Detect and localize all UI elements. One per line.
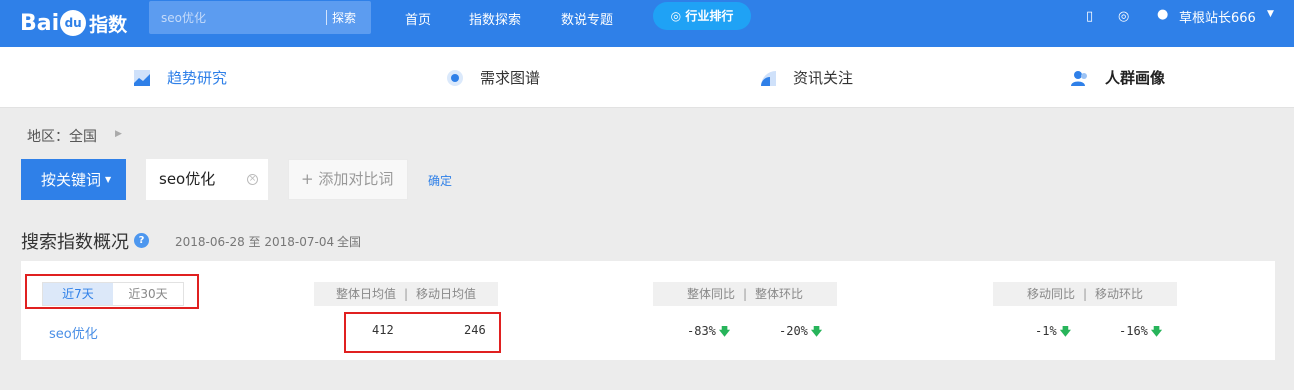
- feature-tab-bar: 趋势研究 需求图谱 资讯关注 人群画像: [0, 47, 1294, 108]
- industry-rank-label: 行业排行: [685, 9, 734, 23]
- avg-column-header: 整体日均值 | 移动日均值: [314, 282, 498, 306]
- keyword-chip[interactable]: seo优化 ×: [146, 159, 268, 200]
- overall-mom-header: 整体环比: [755, 287, 804, 301]
- industry-rank-button[interactable]: ◎ 行业排行: [653, 2, 751, 30]
- demand-graph-icon: [447, 69, 463, 86]
- remove-keyword-icon[interactable]: ×: [247, 174, 258, 185]
- highlight-box-range: [25, 274, 199, 309]
- mobile-mom-header: 移动环比: [1095, 287, 1144, 301]
- down-arrow-icon: 🡇: [1059, 325, 1071, 338]
- tab-crowd[interactable]: 人群画像: [1071, 67, 1165, 88]
- search-box: 探索: [149, 1, 371, 34]
- confirm-link[interactable]: 确定: [428, 172, 452, 189]
- user-icon: ●: [1157, 7, 1169, 22]
- mobile-mom: -16% 🡇: [1119, 323, 1162, 342]
- wechat-icon[interactable]: ◎: [1118, 9, 1129, 24]
- keyword-mode-label: 按关键词: [41, 171, 102, 189]
- mobile-yoy-value: -1%: [1035, 324, 1057, 338]
- region-scope: 全国: [337, 235, 362, 249]
- overall-yoy-header: 整体同比: [686, 287, 735, 301]
- tab-trend-label: 趋势研究: [167, 69, 228, 87]
- rank-icon: ◎: [670, 9, 682, 23]
- search-input[interactable]: [149, 1, 324, 34]
- tab-crowd-label: 人群画像: [1105, 69, 1166, 87]
- overview-card: 近7天 近30天 整体日均值 | 移动日均值 整体同比 | 整体环比 移动同比 | 移动环比…: [21, 261, 1275, 360]
- date-range: 2018-06-28 至 2018-07-04: [175, 235, 335, 249]
- mobile-icon[interactable]: ▯: [1086, 9, 1093, 24]
- trend-icon: [134, 69, 150, 86]
- mobile-yoy-header: 移动同比: [1026, 287, 1075, 301]
- row-keyword[interactable]: seo优化: [49, 323, 98, 342]
- crowd-icon: [1071, 70, 1087, 86]
- nav-data-topics[interactable]: 数说专题: [561, 9, 613, 28]
- search-button[interactable]: 探索: [332, 9, 356, 26]
- nav-index-explore[interactable]: 指数探索: [469, 9, 521, 28]
- paw-icon: du: [60, 10, 87, 36]
- mobile-mom-value: -16%: [1119, 324, 1148, 338]
- keyword-mode-button[interactable]: 按关键词 ▼: [21, 159, 126, 200]
- highlight-box-values: [344, 312, 501, 353]
- tab-trend[interactable]: 趋势研究: [133, 67, 227, 88]
- search-divider: [326, 10, 327, 25]
- down-arrow-icon: 🡇: [810, 325, 823, 338]
- logo-text-right: 指数: [89, 13, 128, 36]
- overview-title: 搜索指数概况: [21, 232, 129, 253]
- tab-demand[interactable]: 需求图谱: [446, 67, 540, 88]
- down-arrow-icon: 🡇: [718, 325, 731, 338]
- top-header: Bai du 指数 探索 首页 指数探索 数说专题 ◎ 行业排行 ▯ ◎ ● 草…: [0, 0, 1294, 47]
- chevron-down-icon[interactable]: ▼: [1267, 9, 1274, 19]
- overall-avg-header: 整体日均值: [335, 287, 396, 301]
- logo-text-left: Bai: [20, 10, 60, 36]
- mobile-avg-header: 移动日均值: [416, 287, 477, 301]
- tab-news-label: 资讯关注: [793, 69, 854, 87]
- keyword-chip-label: seo优化: [159, 170, 216, 188]
- user-name[interactable]: 草根站长666: [1179, 7, 1256, 26]
- dropdown-caret-icon: ▼: [105, 175, 112, 184]
- overall-yoy-value: -83%: [687, 324, 716, 338]
- nav-home[interactable]: 首页: [405, 9, 431, 28]
- news-icon: [761, 70, 776, 86]
- chevron-right-icon[interactable]: ▶: [115, 129, 122, 139]
- down-arrow-icon: 🡇: [1150, 325, 1163, 338]
- region-selector[interactable]: 地区：全国: [27, 126, 97, 146]
- overall-compare-header: 整体同比 | 整体环比: [653, 282, 837, 306]
- overall-mom: -20% 🡇: [779, 323, 822, 342]
- mobile-compare-header: 移动同比 | 移动环比: [993, 282, 1177, 306]
- help-icon[interactable]: ?: [134, 233, 149, 248]
- baidu-index-logo[interactable]: Bai du 指数: [20, 6, 127, 40]
- overall-yoy: -83% 🡇: [687, 323, 730, 342]
- add-compare-button[interactable]: + 添加对比词: [288, 159, 408, 200]
- mobile-yoy: -1% 🡇: [1035, 323, 1071, 342]
- overall-mom-value: -20%: [779, 324, 808, 338]
- tab-news[interactable]: 资讯关注: [759, 67, 853, 88]
- tab-demand-label: 需求图谱: [480, 69, 541, 87]
